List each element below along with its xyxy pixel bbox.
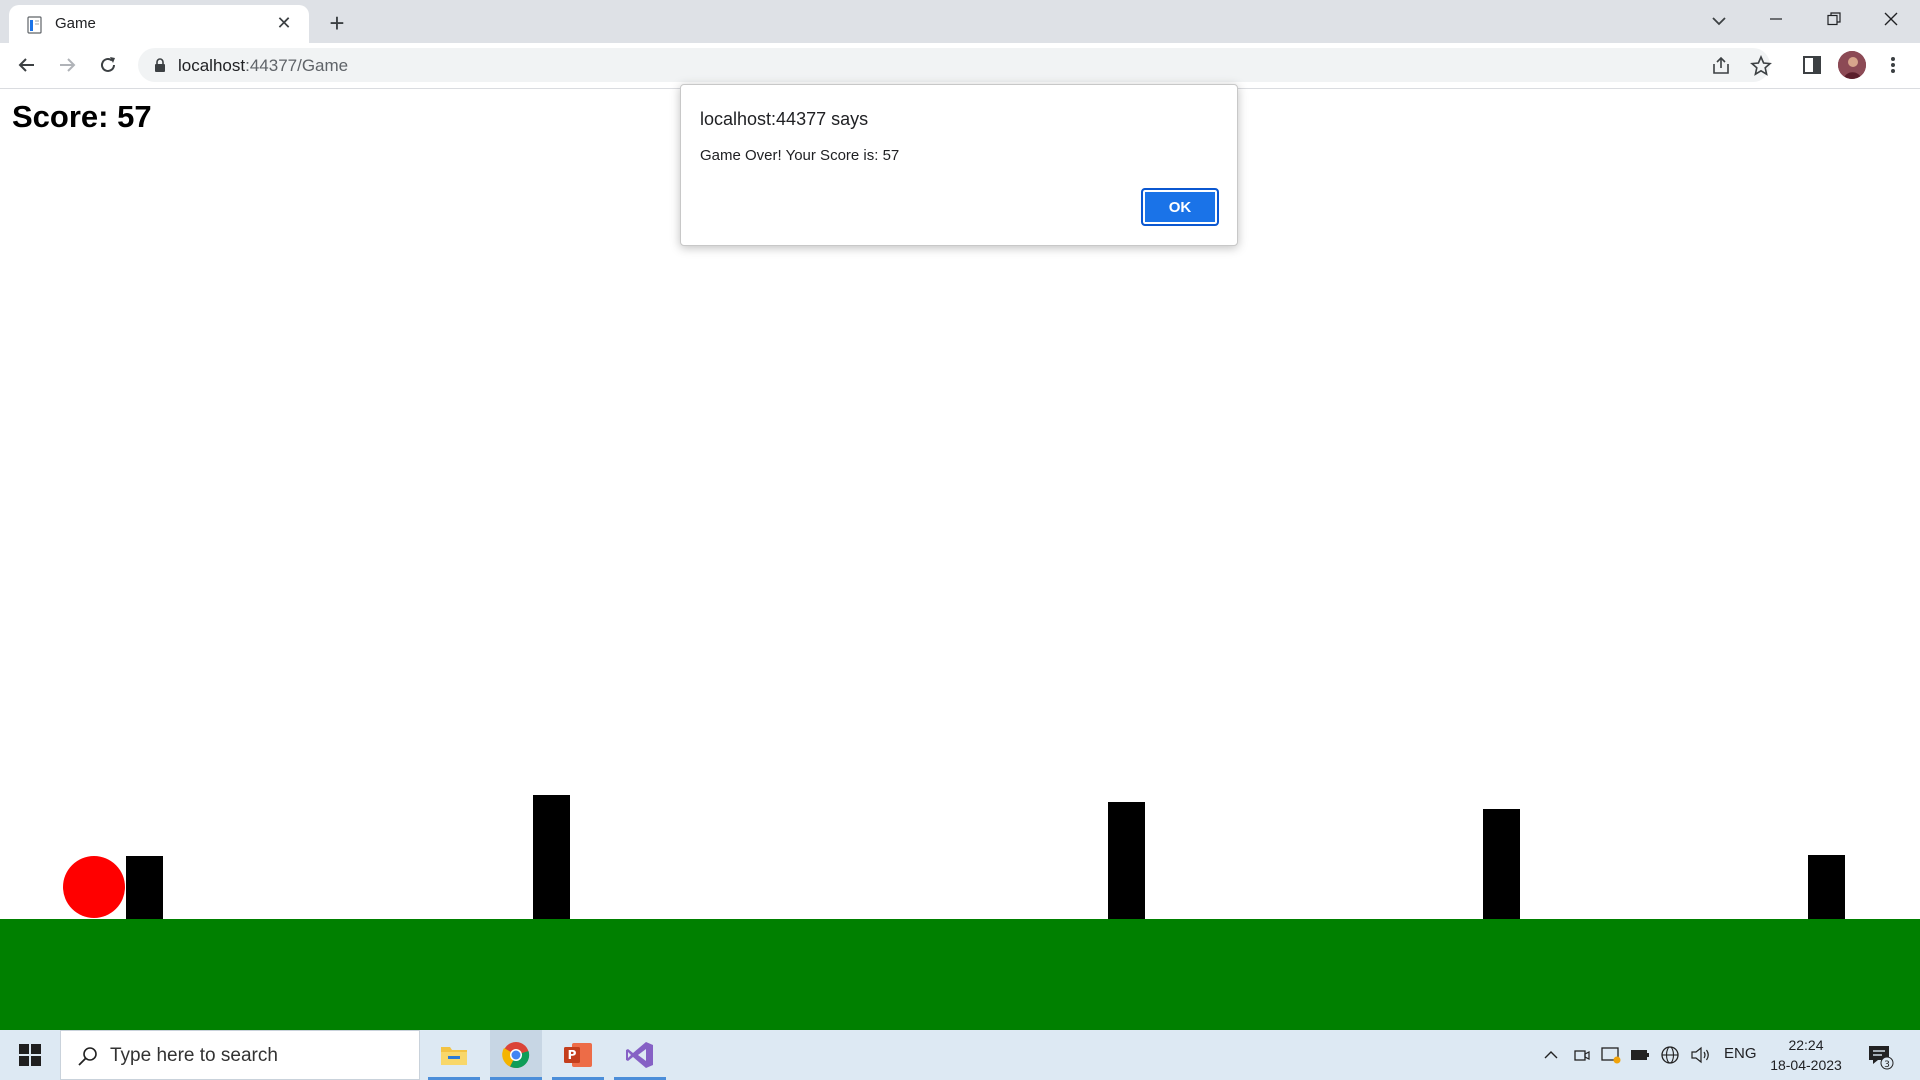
taskbar-visual-studio[interactable] [614,1030,666,1080]
taskbar-chrome[interactable] [490,1030,542,1080]
restore-button[interactable] [1805,0,1863,38]
alert-dialog: localhost:44377 says Game Over! Your Sco… [680,84,1238,246]
alert-message: Game Over! Your Score is: 57 [700,147,900,164]
clock[interactable]: 22:24 18-04-2023 [1768,1035,1844,1075]
taskbar: Type here to search P ENG 22:24 18-04-20… [0,1030,1920,1080]
player-ball [63,856,125,918]
page-favicon-icon [27,16,42,34]
obstacle [1808,855,1845,919]
notification-center-icon[interactable]: 3 [1866,1042,1894,1070]
share-icon[interactable] [1710,55,1732,77]
obstacle [126,856,163,919]
taskbar-file-explorer[interactable] [428,1030,480,1080]
url-host: localhost [178,56,246,75]
more-vert-icon [1891,57,1895,73]
lock-icon[interactable] [152,57,168,73]
score-display: Score: 57 [12,99,152,134]
tray-update[interactable] [1600,1044,1622,1066]
restore-icon [1827,12,1841,26]
browser-menu-button[interactable] [1880,52,1906,78]
tray-volume[interactable] [1690,1044,1712,1066]
side-panel-icon [1803,56,1821,74]
back-arrow-icon [18,58,34,72]
update-icon [1601,1047,1621,1064]
folder-icon [441,1047,467,1065]
tab-close-icon[interactable]: ✕ [273,12,295,34]
profile-avatar[interactable] [1838,51,1866,79]
reload-icon [101,57,115,72]
tray-network[interactable] [1659,1044,1681,1066]
visual-studio-icon [626,1042,653,1068]
bookmark-star-icon[interactable] [1750,55,1772,77]
ground [0,919,1920,1030]
camera-icon [1574,1050,1590,1061]
clock-date: 18-04-2023 [1770,1057,1842,1073]
taskbar-powerpoint[interactable]: P [552,1030,604,1080]
minimize-icon [1770,18,1782,20]
windows-logo-icon [19,1044,41,1066]
tab-strip: Game ✕ + [0,0,1920,43]
powerpoint-icon: P [564,1043,592,1067]
profile-avatar-icon [1838,51,1866,79]
tray-meet-now[interactable] [1571,1044,1593,1066]
address-bar[interactable]: localhost:44377/Game [138,48,1772,82]
speaker-icon [1691,1046,1709,1064]
tray-battery[interactable] [1629,1044,1651,1066]
search-placeholder: Type here to search [110,1045,278,1066]
browser-toolbar: localhost:44377/Game [0,43,1920,89]
alert-title: localhost:44377 says [700,109,869,129]
side-panel-button[interactable] [1799,52,1825,78]
battery-icon [1631,1050,1649,1060]
svg-text:P: P [568,1048,577,1062]
close-window-button[interactable] [1862,0,1920,38]
search-icon [78,1047,97,1066]
taskbar-search-box[interactable]: Type here to search [60,1030,420,1080]
reload-button[interactable] [93,50,123,80]
minimize-button[interactable] [1747,0,1805,38]
tab-title: Game [55,15,96,32]
chevron-up-icon [1544,1051,1558,1059]
obstacle [1483,809,1520,919]
obstacle [533,795,570,919]
ok-button[interactable]: OK [1141,188,1219,226]
forward-button[interactable] [52,50,82,80]
close-icon [1884,12,1898,26]
start-button[interactable] [0,1030,60,1080]
forward-arrow-icon [60,58,76,72]
clock-time: 22:24 [1788,1037,1824,1053]
tab-search-chevron-icon[interactable] [1706,8,1732,34]
new-tab-button[interactable]: + [322,8,352,38]
show-hidden-icons-button[interactable] [1540,1044,1562,1066]
url-text[interactable]: localhost:44377/Game [178,56,348,76]
browser-tab[interactable]: Game ✕ [9,5,309,43]
back-button[interactable] [12,50,42,80]
obstacle [1108,802,1145,919]
notification-count: 3 [1884,1060,1890,1070]
globe-icon [1661,1046,1679,1064]
chrome-icon [502,1042,530,1069]
language-indicator[interactable]: ENG [1724,1045,1757,1062]
url-path: :44377/Game [245,56,349,75]
